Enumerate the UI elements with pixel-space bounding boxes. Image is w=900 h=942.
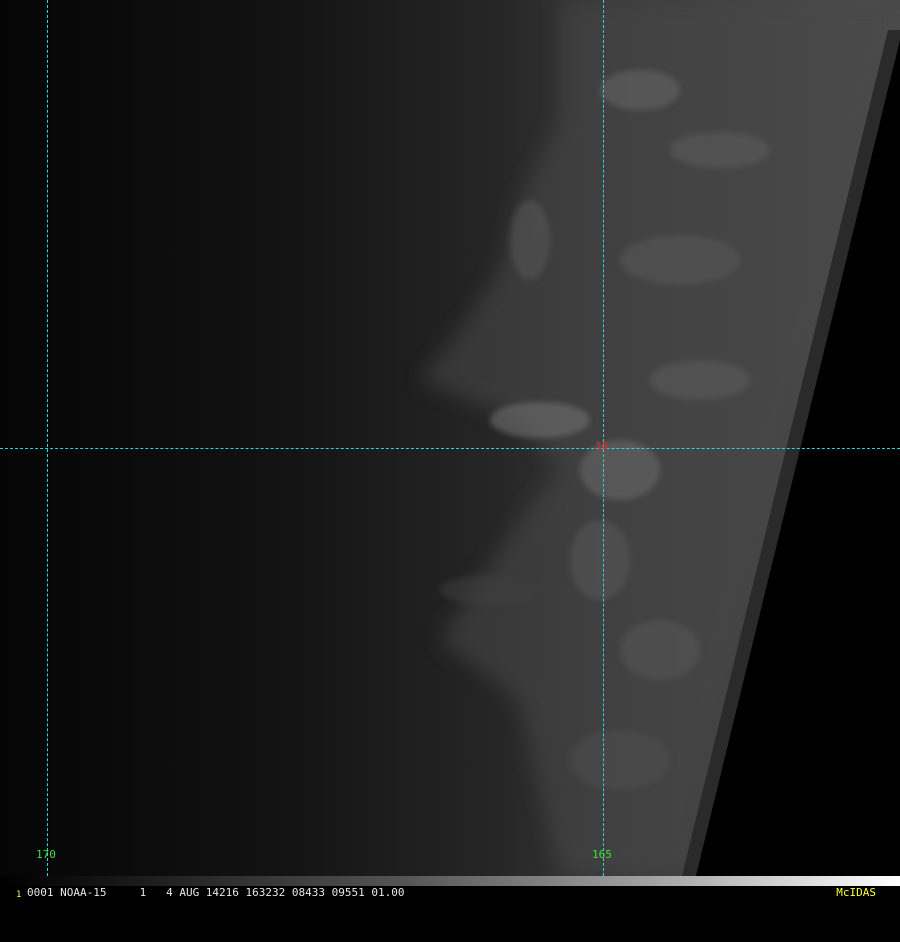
- grid-line-lon-165: [603, 0, 604, 876]
- mcidas-label: McIDAS: [836, 886, 876, 899]
- color-ramp: [0, 876, 900, 886]
- grid-line-lat-10: [0, 448, 900, 449]
- lon-label-170: 170: [36, 848, 56, 861]
- image-info-text: 0001 NOAA-15 1 4 AUG 14216 163232 08433 …: [27, 886, 405, 899]
- satellite-image: [0, 0, 900, 876]
- lat-label-10: 10: [595, 440, 609, 453]
- grid-line-lon-170: [47, 0, 48, 876]
- info-bar: 1 0001 NOAA-15 1 4 AUG 14216 163232 0843…: [0, 886, 900, 900]
- lon-label-165: 165: [592, 848, 612, 861]
